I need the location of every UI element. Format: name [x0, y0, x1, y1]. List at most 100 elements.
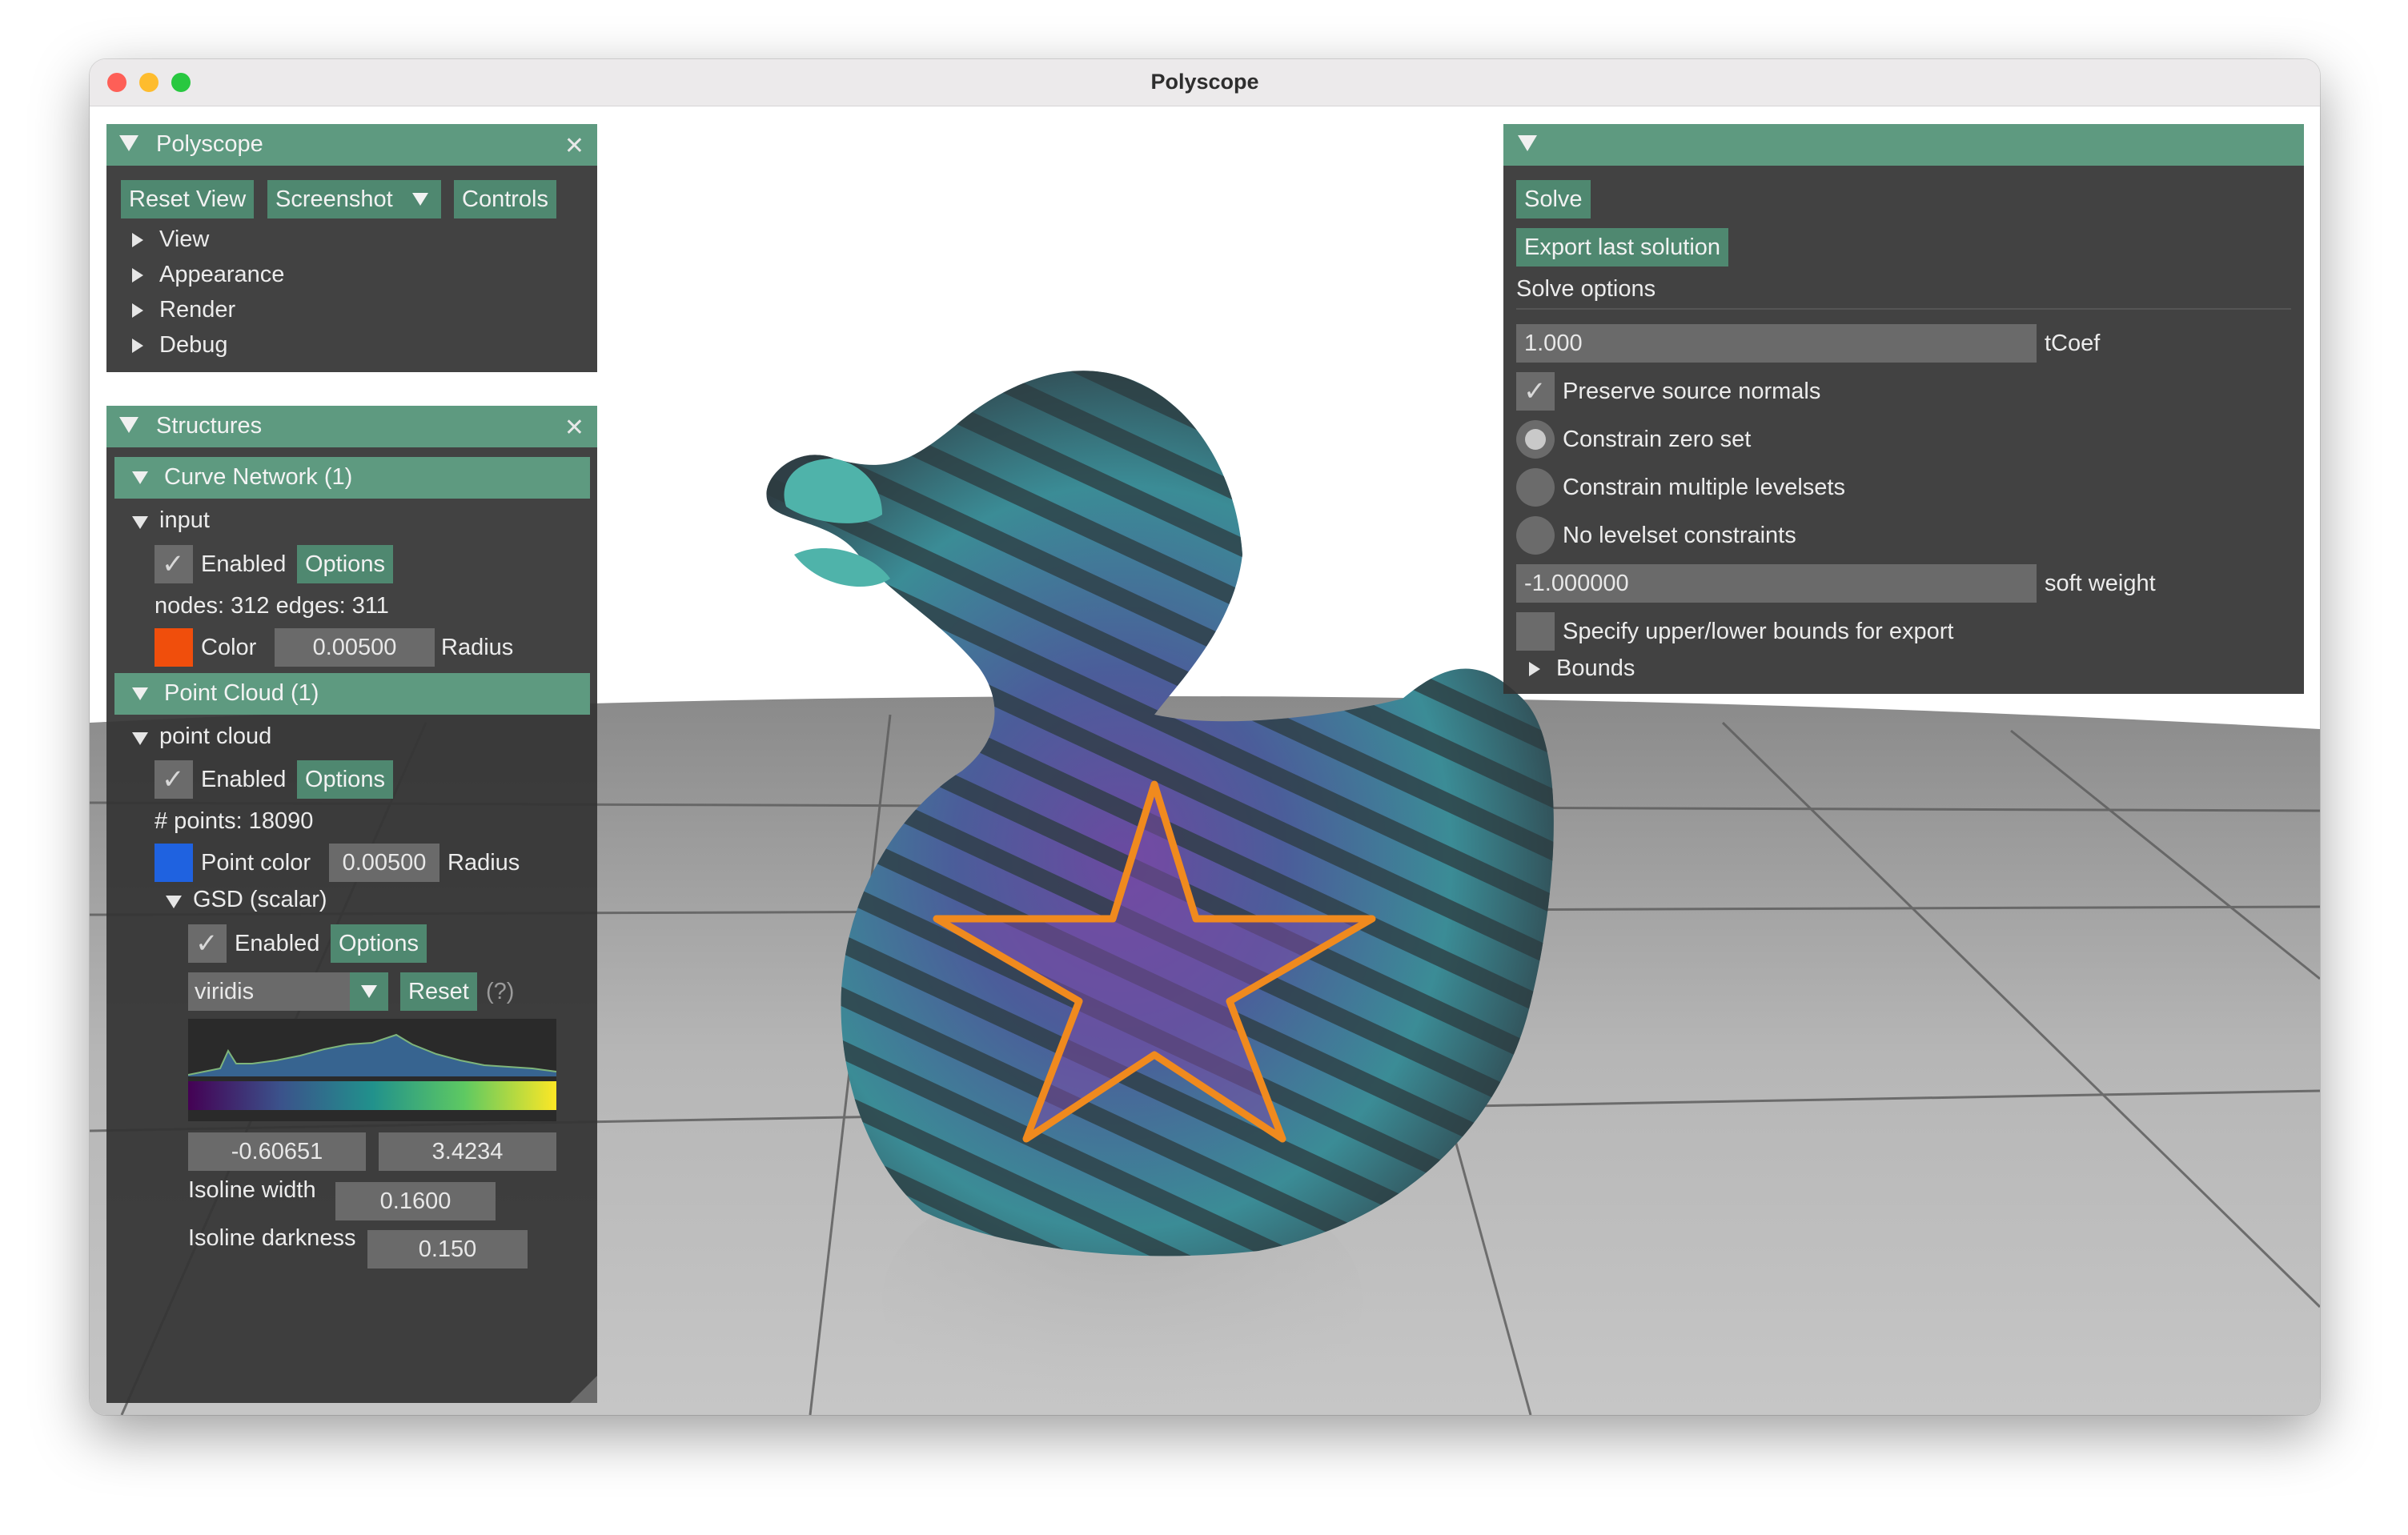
screenshot-button[interactable]: Screenshot: [267, 180, 401, 218]
colormap-select[interactable]: viridis: [188, 972, 388, 1011]
help-tooltip-icon[interactable]: (?): [486, 979, 514, 1005]
checkmark-icon: ✓: [162, 764, 185, 795]
range-min-field[interactable]: -0.60651: [188, 1132, 366, 1171]
point-cloud-enabled-checkbox[interactable]: ✓: [155, 760, 193, 799]
isoline-width-value: 0.1600: [379, 1188, 451, 1214]
specify-bounds-checkbox[interactable]: [1516, 612, 1555, 651]
radio-none-label: No levelset constraints: [1563, 523, 1796, 548]
gsd-options-button[interactable]: Options: [331, 924, 427, 963]
triangle-down-icon: [132, 471, 148, 484]
controls-button[interactable]: Controls: [454, 180, 556, 218]
curve-input-label: input: [159, 507, 210, 533]
triangle-right-icon: [132, 233, 143, 247]
preserve-normals-checkbox[interactable]: ✓: [1516, 372, 1555, 411]
curve-radius-value: 0.00500: [312, 635, 397, 660]
polyscope-panel-title: Polyscope: [156, 131, 263, 157]
range-min-value: -0.60651: [231, 1139, 323, 1164]
triangle-down-icon: [166, 896, 182, 908]
section-appearance-label: Appearance: [159, 262, 285, 287]
solve-button[interactable]: Solve: [1516, 180, 1591, 218]
triangle-down-icon: [132, 732, 148, 745]
colormap-value: viridis: [195, 979, 255, 1004]
point-radius-label: Radius: [447, 850, 520, 876]
reset-view-button[interactable]: Reset View: [121, 180, 255, 218]
point-cloud-enabled-label: Enabled: [201, 767, 287, 792]
triangle-down-icon[interactable]: [119, 417, 138, 433]
dropdown-arrow-icon: [412, 193, 428, 206]
triangle-right-icon: [132, 268, 143, 283]
soft-weight-label: soft weight: [2045, 571, 2156, 596]
histogram-widget[interactable]: [187, 1019, 557, 1121]
polyscope-panel-header[interactable]: Polyscope ✕: [106, 124, 597, 166]
radio-multiple-label: Constrain multiple levelsets: [1563, 475, 1845, 500]
curve-stats-text: nodes: 312 edges: 311: [155, 593, 389, 619]
preserve-normals-label: Preserve source normals: [1563, 379, 1821, 404]
soft-weight-field[interactable]: -1.000000: [1516, 564, 2037, 603]
radio-no-levelset-constraints[interactable]: [1516, 516, 1555, 555]
tcoef-field[interactable]: 1.000: [1516, 324, 2037, 363]
triangle-down-icon[interactable]: [1518, 135, 1537, 151]
radio-constrain-multiple-levelsets[interactable]: [1516, 468, 1555, 507]
separator: [1516, 308, 2291, 310]
close-icon[interactable]: ✕: [564, 414, 584, 442]
triangle-right-icon: [132, 339, 143, 353]
point-color-swatch[interactable]: [155, 844, 193, 882]
colormap-dropdown-button[interactable]: [350, 972, 388, 1011]
polyscope-panel: Polyscope ✕ Reset View Screenshot Contro…: [106, 124, 597, 372]
gsd-enabled-label: Enabled: [235, 931, 320, 956]
gsd-scalar-label: GSD (scalar): [193, 887, 327, 912]
structures-panel: Structures ✕ Curve Network (1) input ✓ E…: [106, 406, 597, 1403]
screenshot-options-button[interactable]: [399, 180, 441, 218]
point-cloud-header[interactable]: Point Cloud (1): [114, 673, 590, 715]
point-radius-value: 0.00500: [342, 850, 427, 876]
tcoef-value: 1.000: [1524, 331, 1583, 356]
curve-radius-field[interactable]: 0.00500: [275, 628, 435, 667]
range-max-field[interactable]: 3.4234: [379, 1132, 556, 1171]
curve-enabled-checkbox[interactable]: ✓: [155, 545, 193, 583]
curve-options-button[interactable]: Options: [297, 545, 393, 583]
title-bar: Polyscope: [90, 59, 2320, 106]
section-debug-label: Debug: [159, 332, 228, 358]
curve-color-swatch[interactable]: [155, 628, 193, 667]
triangle-down-icon: [132, 687, 148, 700]
point-color-label: Point color: [201, 850, 311, 876]
specify-bounds-label: Specify upper/lower bounds for export: [1563, 619, 1954, 644]
bounds-label: Bounds: [1556, 655, 1635, 681]
section-view-label: View: [159, 226, 210, 252]
radio-zero-set-label: Constrain zero set: [1563, 427, 1752, 452]
structures-panel-title: Structures: [156, 413, 263, 439]
colormap-reset-button[interactable]: Reset: [400, 972, 477, 1011]
triangle-right-icon: [132, 303, 143, 318]
point-radius-field[interactable]: 0.00500: [329, 844, 439, 882]
gsd-enabled-checkbox[interactable]: ✓: [188, 924, 227, 963]
resize-grip-icon[interactable]: [570, 1376, 597, 1403]
close-icon[interactable]: ✕: [564, 132, 584, 160]
triangle-down-icon[interactable]: [119, 135, 138, 151]
point-cloud-stats-text: # points: 18090: [155, 808, 314, 834]
curve-network-title: Curve Network (1): [164, 464, 353, 490]
window-title: Polyscope: [1150, 70, 1259, 94]
isoline-darkness-field[interactable]: 0.150: [367, 1230, 528, 1268]
curve-radius-label: Radius: [441, 635, 514, 660]
export-last-solution-button[interactable]: Export last solution: [1516, 228, 1729, 267]
point-cloud-options-button[interactable]: Options: [297, 760, 393, 799]
checkmark-icon: ✓: [195, 928, 219, 959]
triangle-right-icon: [1529, 662, 1540, 676]
solver-panel: Solve Export last solution Solve options…: [1503, 124, 2304, 694]
checkmark-icon: ✓: [162, 549, 185, 579]
app-window: Polyscope Polyscope ✕ Reset View Screens…: [90, 59, 2320, 1415]
point-cloud-label: point cloud: [159, 723, 272, 749]
curve-enabled-label: Enabled: [201, 551, 287, 577]
isoline-width-label: Isoline width: [188, 1177, 316, 1203]
dropdown-arrow-icon: [361, 985, 377, 998]
section-render-label: Render: [159, 297, 236, 323]
isoline-width-field[interactable]: 0.1600: [335, 1182, 496, 1220]
structures-panel-header[interactable]: Structures ✕: [106, 406, 597, 447]
curve-color-label: Color: [201, 635, 257, 660]
soft-weight-value: -1.000000: [1524, 571, 1629, 596]
solver-panel-header[interactable]: [1503, 124, 2304, 166]
curve-network-header[interactable]: Curve Network (1): [114, 457, 590, 499]
radio-constrain-zero-set[interactable]: [1516, 420, 1555, 459]
checkmark-icon: ✓: [1523, 376, 1547, 407]
triangle-down-icon: [132, 516, 148, 529]
